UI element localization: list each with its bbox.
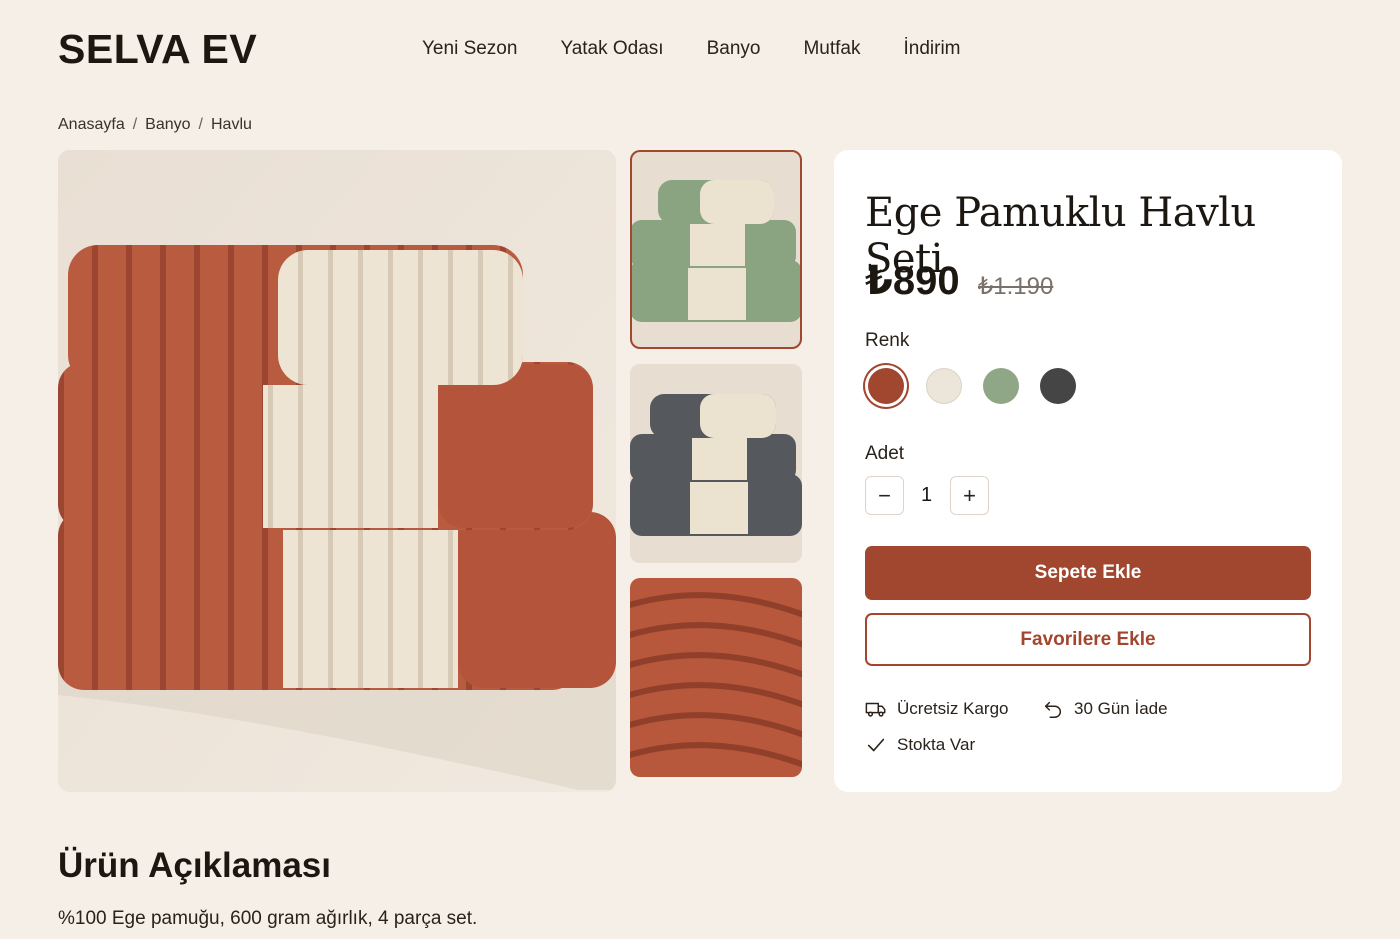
- brand-logo[interactable]: SELVA EV: [58, 26, 257, 73]
- quantity-increase-button[interactable]: +: [950, 476, 989, 515]
- nav-item-indirim[interactable]: İndirim: [904, 38, 961, 60]
- nav-item-banyo[interactable]: Banyo: [707, 38, 761, 60]
- breadcrumb-separator: /: [132, 116, 138, 133]
- feature-in-stock: Stokta Var: [865, 734, 975, 756]
- feature-label: Ücretsiz Kargo: [897, 699, 1009, 718]
- nav-item-yeni-sezon[interactable]: Yeni Sezon: [422, 38, 517, 60]
- nav-item-mutfak[interactable]: Mutfak: [803, 38, 860, 60]
- feature-label: Stokta Var: [897, 735, 976, 754]
- color-swatch-cream[interactable]: [926, 368, 962, 404]
- check-icon: [867, 738, 885, 752]
- color-label: Renk: [865, 330, 910, 351]
- description-text: %100 Ege pamuğu, 600 gram ağırlık, 4 par…: [58, 908, 478, 929]
- description-title: Ürün Açıklaması: [58, 846, 331, 885]
- feature-return: 30 Gün İade: [1042, 698, 1168, 720]
- breadcrumb: Anasayfa / Banyo / Havlu: [58, 116, 252, 134]
- product-old-price: ₺1.190: [978, 273, 1054, 300]
- plus-icon: +: [963, 482, 976, 508]
- feature-label: 30 Gün İade: [1074, 699, 1168, 718]
- quantity-label: Adet: [865, 443, 905, 464]
- quantity-decrease-button[interactable]: −: [865, 476, 904, 515]
- nav-item-yatak-odasi[interactable]: Yatak Odası: [560, 38, 663, 60]
- color-swatch-terracotta[interactable]: [868, 368, 904, 404]
- thumbnail-texture[interactable]: [630, 578, 802, 777]
- color-swatch-charcoal[interactable]: [1040, 368, 1076, 404]
- add-to-favorites-button[interactable]: Favorilere Ekle: [865, 613, 1311, 666]
- product-info-panel: Ege Pamuklu Havlu Seti ₺890 ₺1.190 Renk …: [834, 150, 1342, 792]
- return-icon: [1044, 701, 1061, 718]
- feature-free-shipping: Ücretsiz Kargo: [865, 698, 1008, 720]
- product-price: ₺890: [865, 259, 960, 303]
- truck-icon: [865, 702, 886, 717]
- color-swatch-sage[interactable]: [983, 368, 1019, 404]
- add-to-cart-button[interactable]: Sepete Ekle: [865, 546, 1311, 600]
- quantity-value[interactable]: 1: [921, 484, 932, 507]
- main-nav: Yeni Sezon Yatak Odası Banyo Mutfak İndi…: [422, 38, 1004, 60]
- breadcrumb-separator: /: [198, 116, 203, 133]
- breadcrumb-current: Havlu: [211, 116, 252, 133]
- thumbnail-green[interactable]: [630, 150, 802, 349]
- minus-icon: −: [878, 482, 891, 508]
- breadcrumb-category[interactable]: Banyo: [145, 116, 190, 134]
- breadcrumb-home[interactable]: Anasayfa: [58, 116, 125, 134]
- thumbnail-charcoal[interactable]: [630, 364, 802, 563]
- main-product-image: [58, 150, 616, 792]
